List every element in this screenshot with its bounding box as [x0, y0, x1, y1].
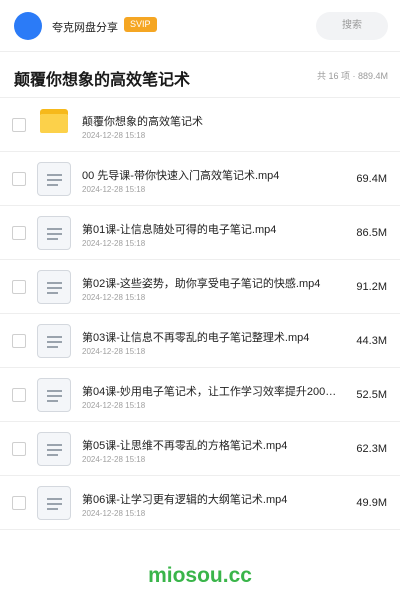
- list-item[interactable]: 00 先导课-带你快速入门高效笔记术.mp4 2024-12-28 15:18 …: [0, 152, 400, 206]
- item-checkbox[interactable]: [12, 280, 26, 294]
- item-checkbox[interactable]: [12, 388, 26, 402]
- item-name: 第05课-让思维不再零乱的方格笔记术.mp4: [82, 440, 288, 452]
- item-name: 第04课-妙用电子笔记术，让工作学习效率提升200…: [82, 386, 337, 398]
- list-item[interactable]: 颠覆你想象的高效笔记术 2024-12-28 15:18: [0, 98, 400, 152]
- list-item[interactable]: 第06课-让学习更有逻辑的大纲笔记术.mp4 2024-12-28 15:18 …: [0, 476, 400, 530]
- item-size: 49.9M: [356, 497, 387, 509]
- list-item[interactable]: 第03课-让信息不再零乱的电子笔记整理术.mp4 2024-12-28 15:1…: [0, 314, 400, 368]
- item-date: 2024-12-28 15:18: [82, 401, 146, 410]
- item-size: 69.4M: [356, 173, 387, 185]
- item-date: 2024-12-28 15:18: [82, 185, 146, 194]
- watermark: miosou.cc: [148, 564, 252, 587]
- item-checkbox[interactable]: [12, 118, 26, 132]
- folder-icon: [40, 109, 68, 133]
- file-icon: [37, 216, 71, 250]
- item-date: 2024-12-28 15:18: [82, 239, 146, 248]
- file-icon: [37, 324, 71, 358]
- item-checkbox[interactable]: [12, 334, 26, 348]
- share-name: 夸克网盘分享: [52, 22, 118, 34]
- item-size: 62.3M: [356, 443, 387, 455]
- item-date: 2024-12-28 15:18: [82, 293, 146, 302]
- item-date: 2024-12-28 15:18: [82, 131, 146, 140]
- file-icon: [37, 162, 71, 196]
- list-item[interactable]: 第01课-让信息随处可得的电子笔记.mp4 2024-12-28 15:18 8…: [0, 206, 400, 260]
- avatar[interactable]: [14, 12, 42, 40]
- folder-summary: 共 16 项 · 889.4M: [316, 71, 388, 81]
- item-size: 52.5M: [356, 389, 387, 401]
- item-name: 第02课-这些姿势，助你享受电子笔记的快感.mp4: [82, 278, 321, 290]
- item-date: 2024-12-28 15:18: [82, 347, 146, 356]
- item-name: 00 先导课-带你快速入门高效笔记术.mp4: [82, 170, 280, 182]
- item-name: 第01课-让信息随处可得的电子笔记.mp4: [82, 224, 277, 236]
- item-name: 第03课-让信息不再零乱的电子笔记整理术.mp4: [82, 332, 310, 344]
- top-bar: 夸克网盘分享 SVIP 搜索: [0, 0, 400, 52]
- file-icon: [37, 270, 71, 304]
- file-icon: [37, 432, 71, 466]
- folder-header: 颠覆你想象的高效笔记术 共 16 项 · 889.4M: [0, 52, 400, 98]
- item-size: 44.3M: [356, 335, 387, 347]
- item-name: 第06课-让学习更有逻辑的大纲笔记术.mp4: [82, 494, 288, 506]
- file-icon: [37, 378, 71, 412]
- page-title: 颠覆你想象的高效笔记术: [14, 72, 191, 89]
- item-size: 86.5M: [356, 227, 387, 239]
- file-icon: [37, 486, 71, 520]
- list-item[interactable]: 第02课-这些姿势，助你享受电子笔记的快感.mp4 2024-12-28 15:…: [0, 260, 400, 314]
- svip-badge: SVIP: [124, 17, 157, 32]
- search-input[interactable]: 搜索: [316, 12, 388, 40]
- item-checkbox[interactable]: [12, 226, 26, 240]
- item-date: 2024-12-28 15:18: [82, 509, 146, 518]
- item-checkbox[interactable]: [12, 172, 26, 186]
- file-list: 颠覆你想象的高效笔记术 2024-12-28 15:18 00 先导课-带你快速…: [0, 98, 400, 530]
- list-item[interactable]: 第04课-妙用电子笔记术，让工作学习效率提升200… 2024-12-28 15…: [0, 368, 400, 422]
- item-size: 91.2M: [356, 281, 387, 293]
- item-checkbox[interactable]: [12, 442, 26, 456]
- item-date: 2024-12-28 15:18: [82, 455, 146, 464]
- item-name: 颠覆你想象的高效笔记术: [82, 116, 203, 128]
- item-checkbox[interactable]: [12, 496, 26, 510]
- list-item[interactable]: 第05课-让思维不再零乱的方格笔记术.mp4 2024-12-28 15:18 …: [0, 422, 400, 476]
